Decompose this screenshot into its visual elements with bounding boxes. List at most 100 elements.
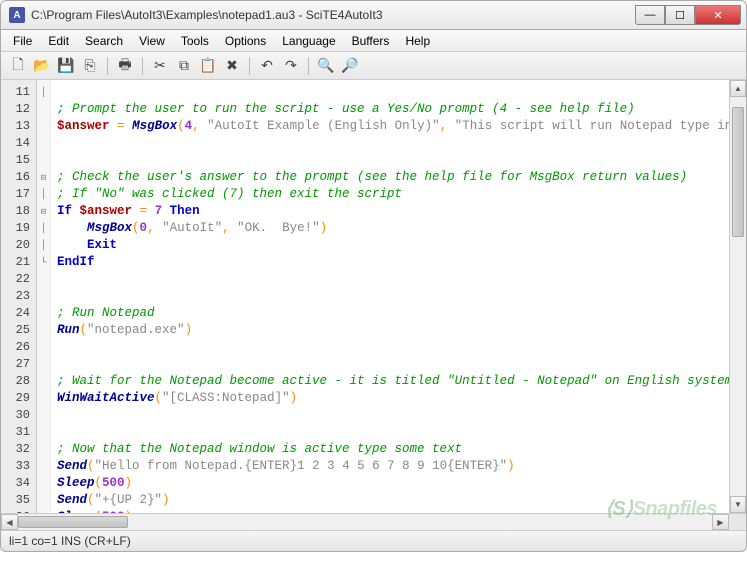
titlebar: A C:\Program Files\AutoIt3\Examples\note… (0, 0, 747, 30)
code-line[interactable]: EndIf (57, 254, 729, 271)
code-line[interactable]: ; Now that the Notepad window is active … (57, 441, 729, 458)
hscroll-thumb[interactable] (18, 516, 128, 528)
minimize-button[interactable]: — (635, 5, 665, 25)
hscroll-track[interactable] (18, 514, 712, 530)
menu-view[interactable]: View (131, 32, 173, 50)
menu-language[interactable]: Language (274, 32, 343, 50)
code-line[interactable]: Send("+{UP 2}") (57, 492, 729, 509)
code-line[interactable]: ; If "No" was clicked (7) then exit the … (57, 186, 729, 203)
toolbar: 🗋 📂💾 ⎘ 🖶 ✂⧉📋✖ ↶↷ 🔍 🔎 (0, 52, 747, 80)
menubar: FileEditSearchViewToolsOptionsLanguageBu… (0, 30, 747, 52)
code-line[interactable] (57, 424, 729, 441)
menu-options[interactable]: Options (217, 32, 274, 50)
line-number: 14 (1, 135, 30, 152)
chevron-up-icon: ▲ (734, 84, 742, 93)
save-all-button[interactable]: ⎘ (79, 55, 101, 77)
line-number: 24 (1, 305, 30, 322)
menu-tools[interactable]: Tools (173, 32, 217, 50)
fold-marker (37, 339, 50, 356)
fold-marker: └ (37, 254, 50, 271)
scroll-left-button[interactable]: ◀ (1, 514, 18, 530)
line-number: 27 (1, 356, 30, 373)
find-icon: 🔍 (317, 57, 334, 74)
fold-marker (37, 458, 50, 475)
code-line[interactable]: ; Wait for the Notepad become active - i… (57, 373, 729, 390)
code-line[interactable]: Sleep(500) (57, 509, 729, 513)
fold-marker (37, 424, 50, 441)
new-file-button[interactable]: 🗋 (7, 55, 29, 77)
app-icon: A (9, 7, 25, 23)
line-number: 21 (1, 254, 30, 271)
code-line[interactable]: Run("notepad.exe") (57, 322, 729, 339)
fold-marker (37, 118, 50, 135)
code-area[interactable]: ; Prompt the user to run the script - us… (51, 80, 729, 513)
code-line[interactable]: MsgBox(0, "AutoIt", "OK. Bye!") (57, 220, 729, 237)
line-number: 20 (1, 237, 30, 254)
editor-viewport: 1112131415161718192021222324252627282930… (1, 80, 746, 513)
horizontal-scrollbar[interactable]: ◀ ▶ (1, 513, 746, 530)
fold-marker (37, 271, 50, 288)
scroll-up-button[interactable]: ▲ (730, 80, 746, 97)
find-replace-button[interactable]: 🔎 (339, 55, 361, 77)
code-line[interactable] (57, 288, 729, 305)
code-line[interactable] (57, 271, 729, 288)
close-icon: ✕ (713, 9, 722, 22)
new-file-icon: 🗋 (12, 54, 23, 78)
copy-button[interactable]: ⧉ (173, 55, 195, 77)
fold-marker[interactable]: ⊟ (37, 203, 50, 220)
delete-button[interactable]: ✖ (221, 55, 243, 77)
find-button[interactable]: 🔍 (315, 55, 337, 77)
line-number: 32 (1, 441, 30, 458)
code-line[interactable]: ; Prompt the user to run the script - us… (57, 101, 729, 118)
line-number: 13 (1, 118, 30, 135)
code-line[interactable] (57, 407, 729, 424)
code-line[interactable]: Sleep(500) (57, 475, 729, 492)
close-button[interactable]: ✕ (695, 5, 741, 25)
line-number: 17 (1, 186, 30, 203)
menu-buffers[interactable]: Buffers (344, 32, 398, 50)
print-button[interactable]: 🖶 (114, 55, 136, 77)
code-line[interactable]: $answer = MsgBox(4, "AutoIt Example (Eng… (57, 118, 729, 135)
maximize-button[interactable]: ☐ (665, 5, 695, 25)
chevron-left-icon: ◀ (6, 518, 12, 527)
fold-marker (37, 305, 50, 322)
line-number: 34 (1, 475, 30, 492)
fold-marker (37, 356, 50, 373)
code-line[interactable]: Send("Hello from Notepad.{ENTER}1 2 3 4 … (57, 458, 729, 475)
toolbar-separator (142, 57, 143, 75)
code-line[interactable] (57, 84, 729, 101)
redo-button[interactable]: ↷ (280, 55, 302, 77)
open-file-button[interactable]: 📂 (31, 55, 53, 77)
code-line[interactable]: ; Run Notepad (57, 305, 729, 322)
code-line[interactable]: WinWaitActive("[CLASS:Notepad]") (57, 390, 729, 407)
code-line[interactable] (57, 135, 729, 152)
menu-search[interactable]: Search (77, 32, 131, 50)
vscroll-track[interactable] (730, 97, 746, 496)
code-line[interactable] (57, 339, 729, 356)
line-number: 35 (1, 492, 30, 509)
vscroll-thumb[interactable] (732, 107, 744, 237)
fold-marker: │ (37, 237, 50, 254)
fold-marker[interactable]: ⊟ (37, 169, 50, 186)
scroll-down-button[interactable]: ▼ (730, 496, 746, 513)
statusbar: li=1 co=1 INS (CR+LF) (0, 530, 747, 552)
save-all-icon: ⎘ (84, 57, 95, 74)
menu-edit[interactable]: Edit (40, 32, 77, 50)
undo-button[interactable]: ↶ (256, 55, 278, 77)
toolbar-separator (107, 57, 108, 75)
chevron-right-icon: ▶ (717, 518, 723, 527)
menu-help[interactable]: Help (397, 32, 438, 50)
fold-marker (37, 288, 50, 305)
code-line[interactable]: Exit (57, 237, 729, 254)
menu-file[interactable]: File (5, 32, 40, 50)
cut-button[interactable]: ✂ (149, 55, 171, 77)
fold-column: │⊟│⊟││└ (37, 80, 51, 513)
paste-button[interactable]: 📋 (197, 55, 219, 77)
code-line[interactable]: ; Check the user's answer to the prompt … (57, 169, 729, 186)
vertical-scrollbar[interactable]: ▲ ▼ (729, 80, 746, 513)
scroll-right-button[interactable]: ▶ (712, 514, 729, 530)
code-line[interactable] (57, 152, 729, 169)
save-button[interactable]: 💾 (55, 55, 77, 77)
code-line[interactable]: If $answer = 7 Then (57, 203, 729, 220)
code-line[interactable] (57, 356, 729, 373)
